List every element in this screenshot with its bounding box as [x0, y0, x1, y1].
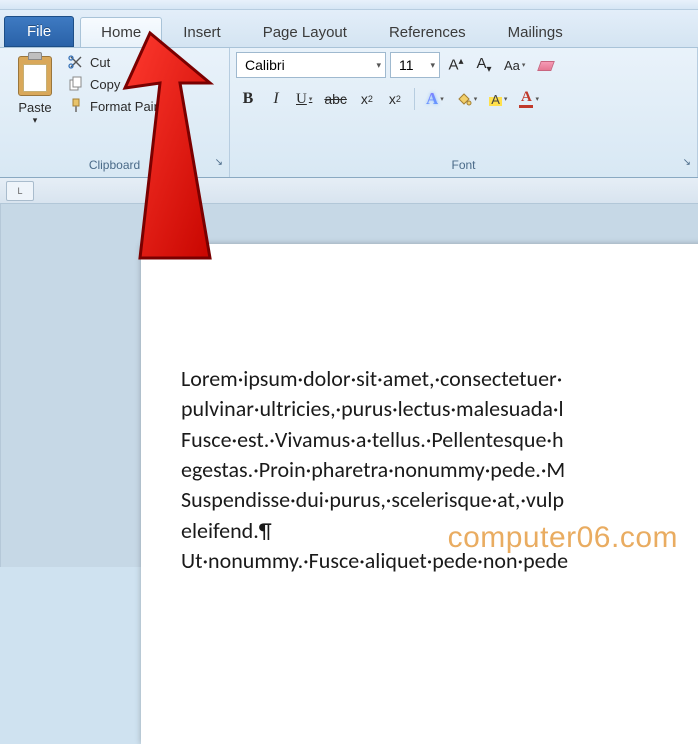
- group-font-label[interactable]: Font: [230, 155, 697, 177]
- group-font: Calibri ▾ 11 ▾ A▴ A▾ Aa▾: [230, 48, 698, 177]
- chevron-down-icon: ▾: [370, 60, 381, 71]
- paintbrush-icon: [68, 98, 84, 114]
- tab-file[interactable]: File: [4, 16, 74, 47]
- bold-button[interactable]: B: [236, 86, 260, 112]
- font-color-button[interactable]: A ▾: [515, 86, 543, 112]
- cut-label: Cut: [90, 55, 110, 70]
- page[interactable]: Lorem·ipsum·dolor·sit·amet,·consectetuer…: [141, 244, 698, 744]
- copy-label: Copy: [90, 77, 120, 92]
- eraser-icon: [537, 58, 555, 72]
- document-area[interactable]: Lorem·ipsum·dolor·sit·amet,·consectetuer…: [1, 204, 698, 567]
- workspace: Lorem·ipsum·dolor·sit·amet,·consectetuer…: [0, 204, 698, 567]
- group-clipboard-label[interactable]: Clipboard: [0, 155, 229, 177]
- paste-button[interactable]: Paste ▾: [6, 52, 64, 155]
- tab-page-layout[interactable]: Page Layout: [242, 17, 368, 47]
- subscript-button[interactable]: x2: [355, 86, 379, 112]
- strikethrough-button[interactable]: abc: [320, 86, 351, 112]
- shrink-font-button[interactable]: A▾: [472, 52, 496, 78]
- italic-button[interactable]: I: [264, 86, 288, 112]
- font-size-combo[interactable]: 11 ▾: [390, 52, 440, 78]
- highlight-button[interactable]: A ▾: [485, 86, 511, 112]
- paste-label: Paste: [18, 100, 51, 115]
- clear-formatting-button[interactable]: [533, 52, 559, 78]
- highlight-icon: A: [489, 91, 502, 107]
- scissors-icon: [68, 54, 84, 70]
- copy-icon: [68, 76, 84, 92]
- nav-box[interactable]: L: [6, 181, 34, 201]
- clipboard-icon: [18, 56, 52, 96]
- chevron-down-icon: ▾: [33, 115, 38, 126]
- font-color-icon: A: [519, 90, 533, 108]
- divider: [414, 88, 415, 110]
- format-painter-button[interactable]: Format Painter: [68, 98, 176, 114]
- tab-home[interactable]: Home: [80, 17, 162, 47]
- title-bar: [0, 0, 698, 10]
- tab-mailings[interactable]: Mailings: [487, 17, 584, 47]
- tab-references[interactable]: References: [368, 17, 487, 47]
- ribbon-tabs: File Home Insert Page Layout References …: [0, 10, 698, 48]
- paint-bucket-icon: [456, 91, 472, 107]
- text-effects-icon: A: [426, 89, 438, 109]
- chevron-down-icon: ▾: [424, 60, 435, 71]
- shading-button[interactable]: ▾: [452, 86, 482, 112]
- underline-button[interactable]: U▾: [292, 86, 316, 112]
- text-effects-button[interactable]: A▾: [422, 86, 448, 112]
- ruler-bar: L: [0, 178, 698, 204]
- watermark-text: computer06.com: [448, 521, 678, 555]
- cut-button[interactable]: Cut: [68, 54, 176, 70]
- change-case-button[interactable]: Aa▾: [500, 52, 529, 78]
- font-size-value: 11: [399, 57, 414, 73]
- superscript-button[interactable]: x2: [383, 86, 407, 112]
- tab-insert[interactable]: Insert: [162, 17, 242, 47]
- font-name-value: Calibri: [245, 57, 285, 73]
- copy-button[interactable]: Copy: [68, 76, 176, 92]
- ribbon: Paste ▾ Cut Copy: [0, 48, 698, 178]
- font-name-combo[interactable]: Calibri ▾: [236, 52, 386, 78]
- grow-font-button[interactable]: A▴: [444, 52, 468, 78]
- format-painter-label: Format Painter: [90, 99, 176, 114]
- group-clipboard: Paste ▾ Cut Copy: [0, 48, 230, 177]
